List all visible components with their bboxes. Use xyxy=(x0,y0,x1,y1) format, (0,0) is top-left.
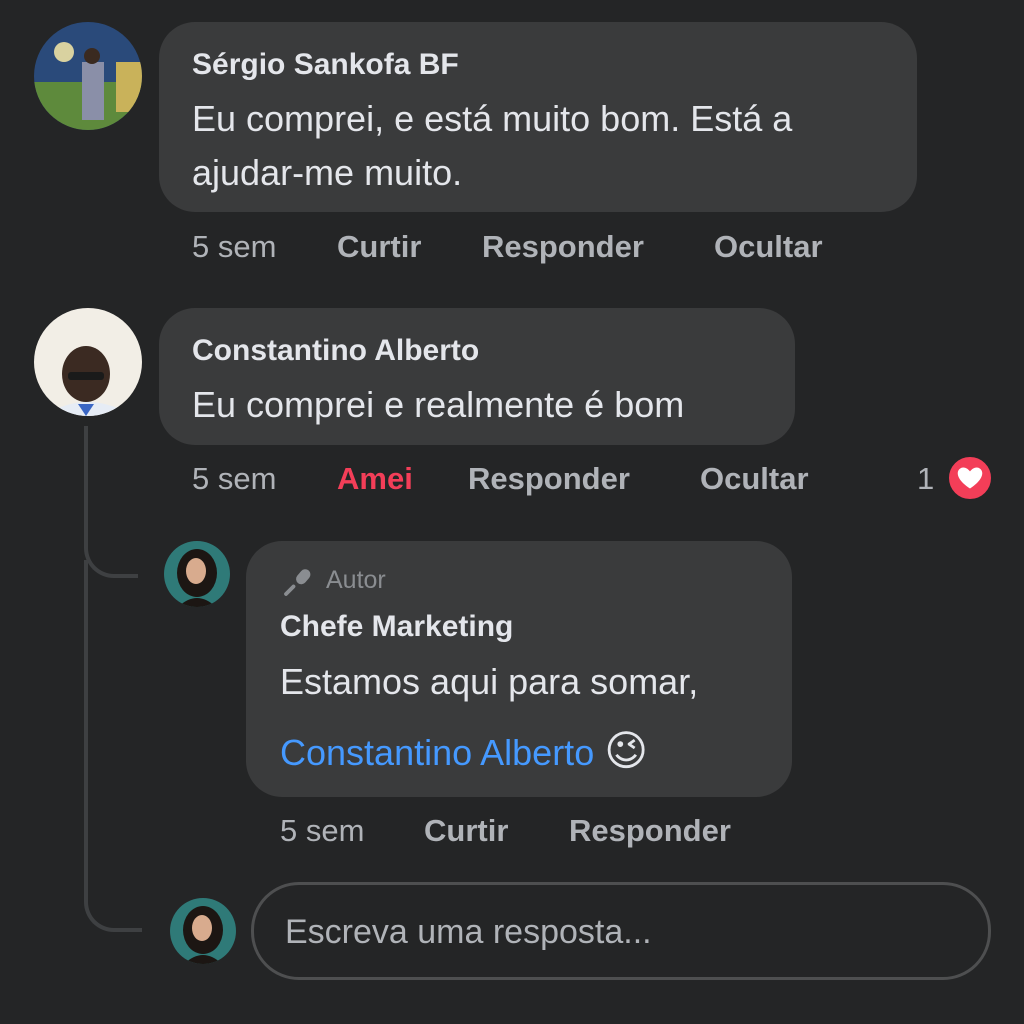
comment-author[interactable]: Sérgio Sankofa BF xyxy=(192,48,459,82)
reply-text: Estamos aqui para somar, xyxy=(280,661,699,702)
thread-line xyxy=(84,426,138,578)
mention-link[interactable]: Constantino Alberto xyxy=(280,732,594,773)
reply-input-placeholder: Escreva uma resposta... xyxy=(285,913,652,951)
avatar-chefe-marketing[interactable] xyxy=(164,541,230,607)
reply-mention-line: Constantino Alberto 😉 xyxy=(280,724,648,780)
avatar-constantino[interactable] xyxy=(34,308,142,416)
reply-button[interactable]: Responder xyxy=(569,813,731,849)
microphone-icon xyxy=(280,564,316,600)
reply-time[interactable]: 5 sem xyxy=(280,813,364,849)
loved-button[interactable]: Amei xyxy=(337,461,413,497)
wink-emoji: 😉 xyxy=(604,727,649,774)
heart-icon[interactable] xyxy=(947,455,993,501)
hide-button[interactable]: Ocultar xyxy=(700,461,809,497)
like-button[interactable]: Curtir xyxy=(424,813,508,849)
comment-text: Eu comprei e realmente é bom xyxy=(192,384,685,425)
like-button[interactable]: Curtir xyxy=(337,229,421,265)
comment-author[interactable]: Constantino Alberto xyxy=(192,334,479,368)
comment-time[interactable]: 5 sem xyxy=(192,229,276,265)
reply-button[interactable]: Responder xyxy=(468,461,630,497)
avatar-sergio[interactable] xyxy=(34,22,142,130)
comment-text: Eu comprei, e está muito bom. Está a aju… xyxy=(192,98,793,193)
reply-author[interactable]: Chefe Marketing xyxy=(280,610,513,644)
reaction-count[interactable]: 1 xyxy=(917,461,934,497)
avatar-current-user xyxy=(170,898,236,964)
reply-button[interactable]: Responder xyxy=(482,229,644,265)
hide-button[interactable]: Ocultar xyxy=(714,229,823,265)
comment-time[interactable]: 5 sem xyxy=(192,461,276,497)
thread-line-composer xyxy=(84,560,142,932)
author-badge: Autor xyxy=(326,566,386,594)
